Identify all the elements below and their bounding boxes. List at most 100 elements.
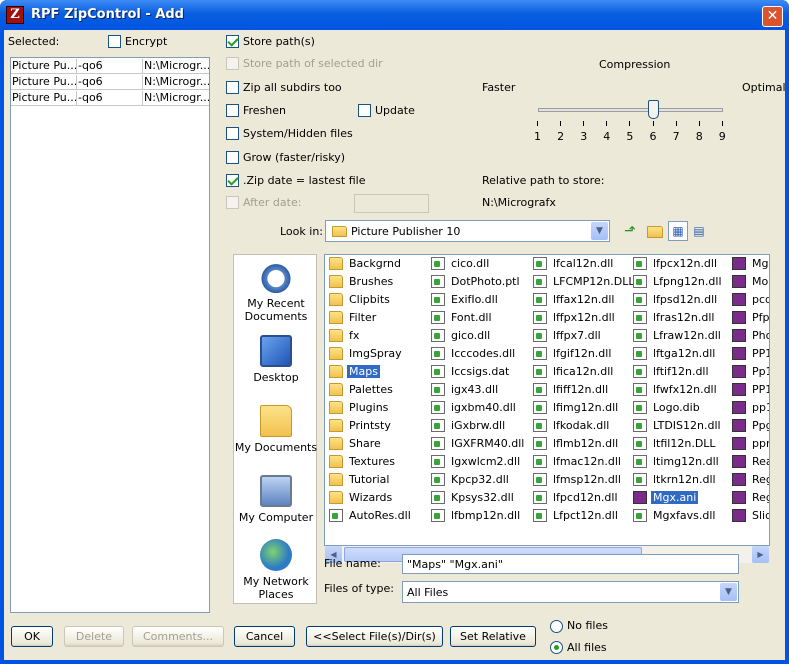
dll-file-icon	[633, 257, 647, 270]
zip-subdirs-checkbox[interactable]	[226, 81, 239, 94]
after-date-field[interactable]	[354, 194, 429, 213]
file-name: Reg	[752, 491, 769, 504]
no-files-radio[interactable]	[550, 620, 563, 633]
ico-file-icon	[732, 365, 746, 378]
file-name: lffax12n.dll	[553, 293, 615, 306]
place-label: My Recent Documents	[244, 297, 308, 323]
file-name: Reg	[752, 473, 769, 486]
grow-label: Grow (faster/risky)	[243, 151, 346, 164]
freshen-checkbox[interactable]	[226, 104, 239, 117]
file-name: lfkodak.dll	[553, 419, 610, 432]
new-folder-icon[interactable]	[647, 226, 663, 238]
place-label: My Network Places	[243, 575, 309, 601]
folder-icon	[329, 437, 343, 450]
places-bar: My Recent Documents Desktop My Documents…	[233, 254, 317, 604]
folder-icon	[329, 293, 343, 306]
list-item[interactable]: Picture Pu... -qo6 N:\Microgr...	[11, 74, 209, 90]
file-type-select[interactable]: All Files ▼	[402, 581, 739, 603]
after-date-label: After date:	[243, 196, 302, 209]
place-network[interactable]: My Network Places	[234, 539, 318, 601]
up-folder-icon[interactable]: ⬏	[621, 222, 639, 240]
place-my-documents[interactable]: My Documents	[234, 405, 318, 454]
file-name-input[interactable]: "Maps" "Mgx.ani"	[402, 554, 739, 574]
file-name: DotPhoto.ptl	[451, 275, 520, 288]
store-path-selected-checkbox[interactable]	[226, 57, 239, 70]
place-desktop[interactable]: Desktop	[234, 335, 318, 384]
file-name: lflmb12n.dll	[553, 437, 619, 450]
dll-file-icon	[533, 509, 547, 522]
file-name: lfgif12n.dll	[553, 347, 612, 360]
file-name: Mor	[752, 275, 769, 288]
dll-file-icon	[533, 437, 547, 450]
file-name: lftga12n.dll	[653, 347, 716, 360]
dll-file-icon	[533, 329, 547, 342]
file-name: Backgrnd	[349, 257, 401, 270]
ico-file-icon	[732, 275, 746, 288]
file-name: Logo.dib	[653, 401, 700, 414]
update-checkbox[interactable]	[358, 104, 371, 117]
file-name: Kpcp32.dll	[451, 473, 509, 486]
file-name: Clipbits	[349, 293, 390, 306]
tick-mark	[583, 121, 585, 126]
chevron-down-icon[interactable]: ▼	[591, 222, 608, 240]
view-details-icon[interactable]: ▤	[691, 223, 707, 239]
place-my-computer[interactable]: My Computer	[234, 475, 318, 524]
folder-icon	[329, 365, 343, 378]
all-files-radio[interactable]	[550, 641, 563, 654]
dll-file-icon	[533, 311, 547, 324]
file-name: pp1	[752, 401, 769, 414]
dll-file-icon	[533, 365, 547, 378]
look-in-combo[interactable]: Picture Publisher 10 ▼	[325, 220, 610, 242]
grow-checkbox[interactable]	[226, 151, 239, 164]
compression-slider-thumb[interactable]	[647, 100, 659, 119]
file-name: lfcal12n.dll	[553, 257, 614, 270]
scroll-right-icon[interactable]: ▶	[752, 546, 769, 563]
folder-icon	[332, 226, 347, 237]
dll-file-icon	[633, 509, 647, 522]
close-button[interactable]: ✕	[762, 6, 783, 27]
comments-button[interactable]: Comments...	[132, 626, 224, 647]
no-files-label: No files	[567, 619, 608, 632]
cancel-button[interactable]: Cancel	[234, 626, 295, 647]
set-relative-button[interactable]: Set Relative	[450, 626, 536, 647]
delete-button[interactable]: Delete	[64, 626, 124, 647]
title-bar[interactable]: Z RPF ZipControl - Add ✕	[0, 0, 789, 30]
file-name: pcd	[752, 293, 769, 306]
selected-files-list[interactable]: Picture Pu... -qo6 N:\Microgr... Picture P…	[10, 57, 210, 613]
ico-file-icon	[732, 491, 746, 504]
file-name: ExifIo.dll	[451, 293, 498, 306]
tick-label: 1	[534, 130, 541, 143]
dll-file-icon	[431, 491, 445, 504]
select-files-button[interactable]: <<Select File(s)/Dir(s)	[306, 626, 443, 647]
system-hidden-checkbox[interactable]	[226, 127, 239, 140]
ico-file-icon	[732, 473, 746, 486]
place-recent-documents[interactable]: My Recent Documents	[234, 261, 318, 323]
file-name: Rea	[752, 455, 769, 468]
after-date-checkbox[interactable]	[226, 196, 239, 209]
file-name: Icccodes.dll	[451, 347, 516, 360]
folder-icon	[329, 419, 343, 432]
list-item[interactable]: Picture Pu... -qo6 N:\Microgr...	[11, 90, 209, 106]
file-name: lfbmp12n.dll	[451, 509, 521, 522]
dll-file-icon	[431, 455, 445, 468]
dll-file-icon	[533, 419, 547, 432]
dll-file-icon	[431, 401, 445, 414]
faster-label: Faster	[482, 81, 516, 94]
ico-file-icon	[732, 347, 746, 360]
encrypt-checkbox[interactable]	[108, 35, 121, 48]
file-list[interactable]: Backgrnd Brushes Clipbits Filter fx ImgSpray M…	[324, 254, 770, 546]
chevron-down-icon[interactable]: ▼	[720, 583, 737, 601]
tick-mark	[606, 121, 608, 126]
look-in-value: Picture Publisher 10	[351, 225, 461, 238]
store-paths-checkbox[interactable]	[226, 35, 239, 48]
tick-label: 5	[626, 130, 634, 143]
file-name-label: File name:	[324, 557, 381, 570]
view-list-icon[interactable]: ▦	[668, 221, 688, 241]
compression-slider-track[interactable]	[538, 108, 723, 112]
list-item[interactable]: Picture Pu... -qo6 N:\Microgr...	[11, 58, 209, 74]
dll-file-icon	[431, 383, 445, 396]
ok-button[interactable]: OK	[11, 626, 53, 647]
ico-file-icon	[732, 437, 746, 450]
zip-date-checkbox[interactable]	[226, 174, 239, 187]
folder-icon	[329, 401, 343, 414]
